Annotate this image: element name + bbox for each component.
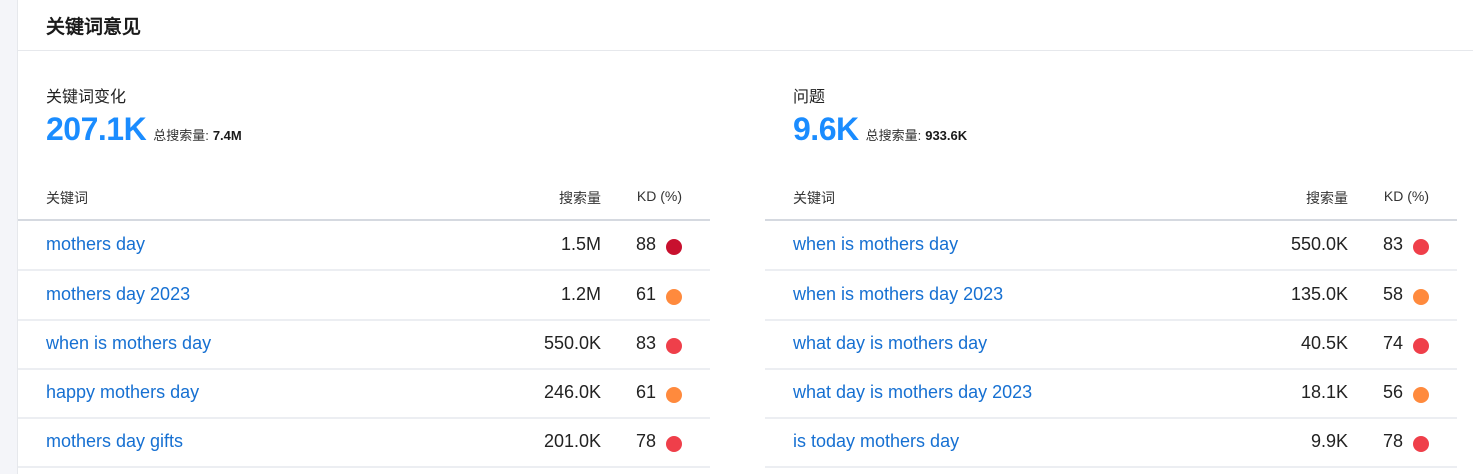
kd-value: 61: [635, 382, 656, 402]
kd-indicator-dot: [1413, 239, 1429, 255]
kd-value: 88: [635, 234, 656, 254]
volume-value: 550.0K: [1290, 234, 1348, 254]
table-row: what day is mothers day 2023 18.1K 56: [765, 369, 1457, 419]
keyword-link[interactable]: happy mothers day: [46, 382, 199, 403]
table-row: what day is mothers day 40.5K 74: [765, 320, 1457, 370]
keyword-link[interactable]: when is mothers day 2023: [793, 284, 1003, 305]
total-volume-label: 总搜索量:: [153, 128, 209, 143]
kd-value: 74: [1382, 333, 1403, 353]
volume-value: 18.1K: [1300, 382, 1348, 402]
table-row: mothers day 1.5M 88: [18, 221, 710, 271]
volume-value: 246.0K: [543, 382, 601, 402]
keyword-ideas-panel: 关键词意见 关键词变化 207.1K 总搜索量: 7.4M 关键词 搜索量 KD…: [17, 0, 1473, 474]
total-volume-label: 总搜索量:: [865, 128, 922, 143]
kd-indicator-dot: [1413, 289, 1429, 305]
kd-indicator-dot: [1413, 387, 1429, 403]
section-metric: 207.1K 总搜索量: 7.4M: [46, 111, 242, 148]
keyword-link[interactable]: mothers day: [46, 234, 145, 255]
table-row: mothers day gifts 201.0K 78: [18, 418, 710, 468]
keyword-link[interactable]: is today mothers day: [793, 431, 959, 452]
kd-value: 78: [1382, 431, 1403, 451]
column-header-keyword: 关键词: [793, 190, 835, 206]
kd-value: 83: [1382, 234, 1403, 254]
table-row: when is mothers day 550.0K 83: [765, 221, 1457, 271]
keyword-link[interactable]: when is mothers day: [46, 333, 211, 354]
column-header-kd: KD (%): [636, 188, 682, 204]
section-title[interactable]: 问题: [793, 83, 825, 107]
kd-indicator-dot: [666, 338, 682, 354]
volume-value: 201.0K: [543, 431, 601, 451]
table-row: is today mothers day 9.9K 78: [765, 418, 1457, 468]
total-volume-value: 7.4M: [212, 128, 242, 143]
volume-value: 135.0K: [1290, 284, 1348, 304]
table-row: when is mothers day 550.0K 83: [18, 320, 710, 370]
column-header-kd: KD (%): [1383, 188, 1429, 204]
keyword-link[interactable]: when is mothers day: [793, 234, 958, 255]
kd-value: 61: [635, 284, 656, 304]
table-row: when is mothers day 2023 135.0K 58: [765, 271, 1457, 321]
keyword-link[interactable]: what day is mothers day 2023: [793, 382, 1032, 403]
volume-value: 550.0K: [543, 333, 601, 353]
kd-indicator-dot: [666, 387, 682, 403]
table-header: 关键词 搜索量 KD (%): [765, 177, 1457, 221]
table-row: mothers day 2023 1.2M 61: [18, 271, 710, 321]
volume-value: 40.5K: [1300, 333, 1348, 353]
column-header-volume: 搜索量: [1306, 190, 1348, 206]
keyword-link[interactable]: what day is mothers day: [793, 333, 987, 354]
table-row: happy mothers day 246.0K 61: [18, 369, 710, 419]
kd-value: 58: [1382, 284, 1403, 304]
kd-indicator-dot: [1413, 338, 1429, 354]
total-volume-value: 933.6K: [925, 128, 968, 143]
kd-indicator-dot: [1413, 436, 1429, 452]
keyword-count[interactable]: 207.1K: [46, 111, 147, 148]
kd-value: 83: [635, 333, 656, 353]
volume-value: 1.5M: [560, 234, 601, 254]
column-header-keyword: 关键词: [46, 190, 88, 206]
panel-title: 关键词意见: [18, 0, 1473, 51]
kd-indicator-dot: [666, 436, 682, 452]
kd-indicator-dot: [666, 239, 682, 255]
keyword-link[interactable]: mothers day 2023: [46, 284, 190, 305]
volume-value: 1.2M: [560, 284, 601, 304]
kd-indicator-dot: [666, 289, 682, 305]
section-title[interactable]: 关键词变化: [46, 83, 126, 107]
kd-value: 78: [635, 431, 656, 451]
keyword-link[interactable]: mothers day gifts: [46, 431, 183, 452]
section-metric: 9.6K 总搜索量: 933.6K: [793, 111, 967, 148]
keyword-count[interactable]: 9.6K: [793, 111, 859, 148]
table-header: 关键词 搜索量 KD (%): [18, 177, 710, 221]
kd-value: 56: [1382, 382, 1403, 402]
volume-value: 9.9K: [1310, 431, 1348, 451]
column-header-volume: 搜索量: [559, 190, 601, 206]
